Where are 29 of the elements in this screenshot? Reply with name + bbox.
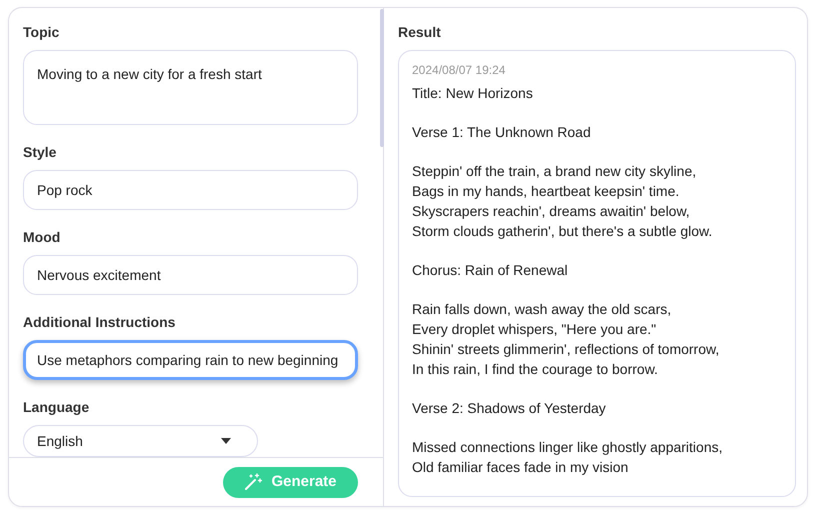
lyric-line: Shinin' streets glimmerin', reflections of tomorrow,	[412, 340, 720, 359]
field-label: Language	[23, 398, 90, 417]
lyric-line: Rain falls down, wash away the old scars,	[412, 300, 672, 319]
lyric-line: Verse 2: Shadows of Yesterday	[412, 399, 607, 418]
timestamp: 2024/08/07 19:24	[412, 62, 506, 79]
magic-wand-icon	[244, 473, 262, 491]
topic-field[interactable]: Moving to a new city for a fresh start	[23, 50, 358, 125]
lyric-line: Title: New Horizons	[412, 84, 534, 103]
field-label: Mood	[23, 228, 62, 247]
field-label: Topic	[23, 23, 60, 42]
lyric-line: Verse 1: The Unknown Road	[412, 123, 592, 142]
field-label: Style	[23, 143, 58, 162]
scrollbar-thumb[interactable]	[380, 9, 384, 147]
lyric-line: Skyscrapers reachin', dreams awaitin' below,	[412, 202, 691, 221]
text-field[interactable]: Use metaphors comparing rain to new beginning	[23, 340, 358, 380]
lyric-line: Bags in my hands, heartbeat keepsin' time.	[412, 182, 680, 201]
result-label: Result	[398, 23, 442, 42]
lyric-line: Missed connections linger like ghostly apparitions,	[412, 438, 724, 457]
lyric-line: Old familiar faces fade in my vision	[412, 458, 630, 477]
caret-icon	[221, 438, 231, 444]
lyric-line: Chorus: Rain of Renewal	[412, 261, 569, 280]
lyric-line: Steppin' off the train, a brand new city skyline,	[412, 162, 698, 181]
text-field[interactable]: Nervous excitement	[23, 255, 358, 295]
lyric-line: Every droplet whispers, "Here you are."	[412, 320, 658, 339]
field-label: Additional Instructions	[23, 313, 176, 332]
language-dropdown[interactable]: English	[23, 425, 258, 457]
text-field[interactable]: Pop rock	[23, 170, 358, 210]
lyric-line: Storm clouds gatherin', but there's a subtle glow.	[412, 222, 714, 241]
lyric-line: In this rain, I find the courage to borrow.	[412, 360, 659, 379]
